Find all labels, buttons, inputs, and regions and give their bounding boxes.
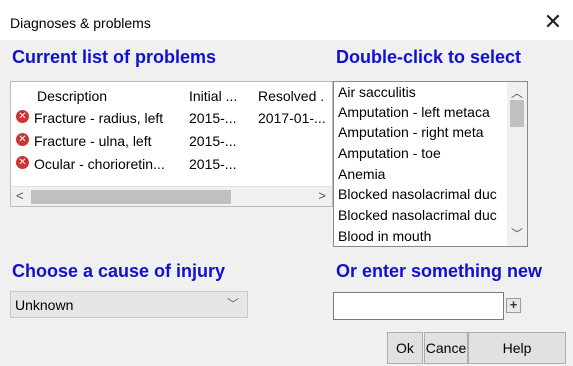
error-icon: ✕ — [16, 156, 29, 169]
scroll-right-icon[interactable]: > — [318, 188, 326, 203]
row-description: Ocular - chorioretin... — [34, 156, 165, 172]
close-icon[interactable]: ✕ — [539, 8, 567, 36]
table-row[interactable]: ✕ Fracture - ulna, left 2015-... — [11, 131, 332, 153]
problem-options-list[interactable]: Air sacculitis Amputation - left metaca … — [333, 81, 528, 247]
cancel-button[interactable]: Cance — [424, 332, 468, 364]
horizontal-scrollbar[interactable]: < > — [11, 186, 332, 206]
cause-dropdown[interactable]: Unknown ﹀ — [10, 291, 248, 318]
scroll-up-icon[interactable]: ︿ — [511, 84, 523, 101]
enter-new-heading: Or enter something new — [336, 261, 543, 281]
row-resolved: 2017-01-... — [258, 110, 326, 126]
column-header-resolved[interactable]: Resolved . — [258, 88, 324, 104]
vertical-scrollbar[interactable]: ︿ ﹀ — [507, 82, 527, 246]
row-description: Fracture - ulna, left — [34, 133, 152, 149]
scroll-thumb[interactable] — [31, 190, 231, 204]
cause-selected-value: Unknown — [15, 297, 74, 313]
ok-button[interactable]: Ok — [387, 332, 423, 364]
scroll-down-icon[interactable]: ﹀ — [511, 225, 523, 242]
double-click-heading: Double-click to select — [336, 47, 522, 67]
row-initial: 2015-... — [189, 110, 237, 126]
row-initial: 2015-... — [189, 133, 237, 149]
new-problem-input[interactable] — [333, 292, 504, 320]
cause-heading: Choose a cause of injury — [12, 261, 226, 281]
row-initial: 2015-... — [189, 156, 237, 172]
title-bar: Diagnoses & problems ✕ — [0, 0, 573, 40]
list-item[interactable]: Amputation - right meta — [338, 124, 506, 146]
table-header: Description Initial ... Resolved . — [11, 86, 332, 108]
error-icon: ✕ — [16, 110, 29, 123]
column-header-initial[interactable]: Initial ... — [189, 88, 237, 104]
row-description: Fracture - radius, left — [34, 110, 164, 126]
list-item[interactable]: Blood in mouth — [338, 228, 506, 246]
list-item[interactable]: Air sacculitis — [338, 84, 506, 106]
table-row[interactable]: ✕ Fracture - radius, left 2015-... 2017-… — [11, 108, 332, 130]
help-button[interactable]: Help — [468, 332, 566, 364]
list-item[interactable]: Amputation - toe — [338, 145, 506, 167]
current-list-heading: Current list of problems — [12, 47, 217, 67]
error-icon: ✕ — [16, 133, 29, 146]
list-item[interactable]: Amputation - left metaca — [338, 104, 506, 126]
table-row[interactable]: ✕ Ocular - chorioretin... 2015-... — [11, 154, 332, 176]
scroll-left-icon[interactable]: < — [16, 188, 24, 203]
list-item[interactable]: Anemia — [338, 166, 506, 188]
scroll-thumb[interactable] — [510, 100, 524, 127]
column-header-description[interactable]: Description — [37, 88, 107, 104]
window-title: Diagnoses & problems — [10, 15, 151, 31]
chevron-down-icon: ﹀ — [226, 297, 239, 311]
list-item[interactable]: Blocked nasolacrimal duc — [338, 207, 506, 229]
list-item[interactable]: Blocked nasolacrimal duc — [338, 186, 506, 208]
add-button[interactable]: + — [506, 298, 521, 313]
problems-table[interactable]: Description Initial ... Resolved . ✕ Fra… — [10, 81, 333, 207]
